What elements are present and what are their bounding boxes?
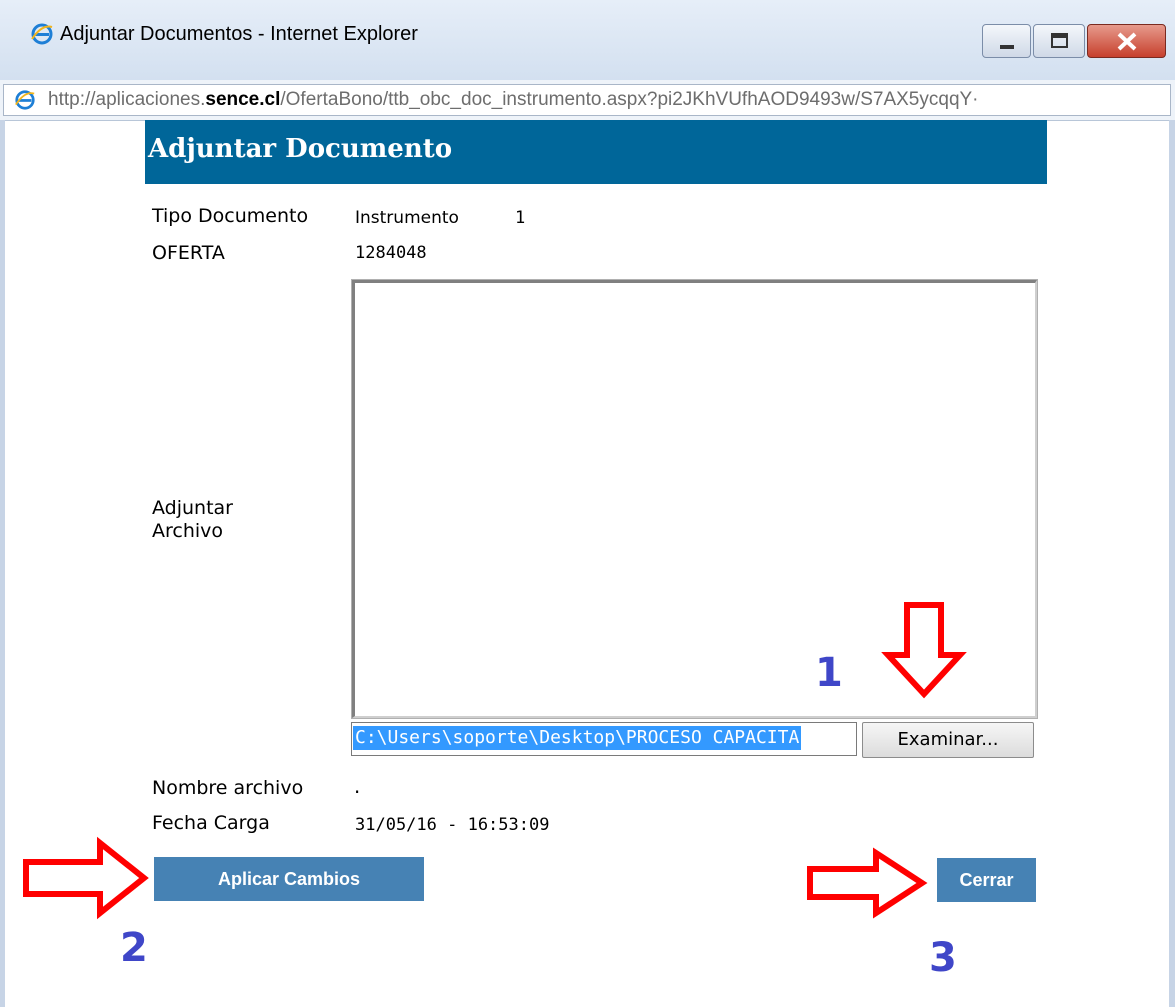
adjuntar-archivo-label-line1: Adjuntar [152,497,233,519]
page-title: Adjuntar Documento [148,134,453,164]
step-1-label: 1 [815,650,843,696]
minimize-icon [1000,45,1014,49]
window-title: Adjuntar Documentos - Internet Explorer [60,23,418,45]
step-3-label: 3 [929,935,957,981]
tipo-documento-label: Tipo Documento [152,205,309,227]
tipo-documento-value: Instrumento [355,208,459,228]
fecha-carga-label: Fecha Carga [152,812,270,834]
tipo-documento-number: 1 [515,208,526,228]
oferta-label: OFERTA [152,242,225,264]
url-prefix: http://aplicaciones. [48,89,206,110]
right-arrow-annotation-icon [23,836,149,920]
step-2-label: 2 [120,925,148,971]
oferta-value: 1284048 [355,243,427,263]
maximize-button[interactable] [1033,24,1085,58]
right-arrow-annotation-icon [807,847,928,919]
nombre-archivo-value: . [352,778,363,798]
examinar-button[interactable]: Examinar... [862,722,1034,758]
adjuntar-archivo-label-line2: Archivo [152,520,224,542]
close-icon [1117,32,1137,51]
window-frame-right [1169,120,1175,1007]
aplicar-cambios-button[interactable]: Aplicar Cambios [154,857,424,901]
url-domain: sence.cl [205,89,281,110]
url-text: http://aplicaciones.sence.cl/OfertaBono/… [48,89,979,111]
page-header: Adjuntar Documento [145,120,1047,184]
fecha-carga-value: 31/05/16 - 16:53:09 [355,815,550,835]
file-path-text: C:\Users\soporte\Desktop\PROCESO CAPACIT… [353,726,802,750]
internet-explorer-icon [31,23,53,45]
url-path: /OfertaBono/ttb_obc_doc_instrumento.aspx… [280,89,979,110]
window-frame-left [0,120,5,1007]
address-bar: http://aplicaciones.sence.cl/OfertaBono/… [0,80,1175,121]
window-titlebar: Adjuntar Documentos - Internet Explorer [0,0,1175,81]
maximize-icon [1051,33,1068,48]
nombre-archivo-label: Nombre archivo [152,777,304,799]
internet-explorer-icon [15,90,35,110]
cerrar-button[interactable]: Cerrar [937,858,1036,902]
url-field[interactable]: http://aplicaciones.sence.cl/OfertaBono/… [3,84,1171,116]
minimize-button[interactable] [982,24,1031,58]
close-window-button[interactable] [1087,24,1166,58]
down-arrow-annotation-icon [881,602,967,699]
file-path-input[interactable]: C:\Users\soporte\Desktop\PROCESO CAPACIT… [351,722,857,756]
